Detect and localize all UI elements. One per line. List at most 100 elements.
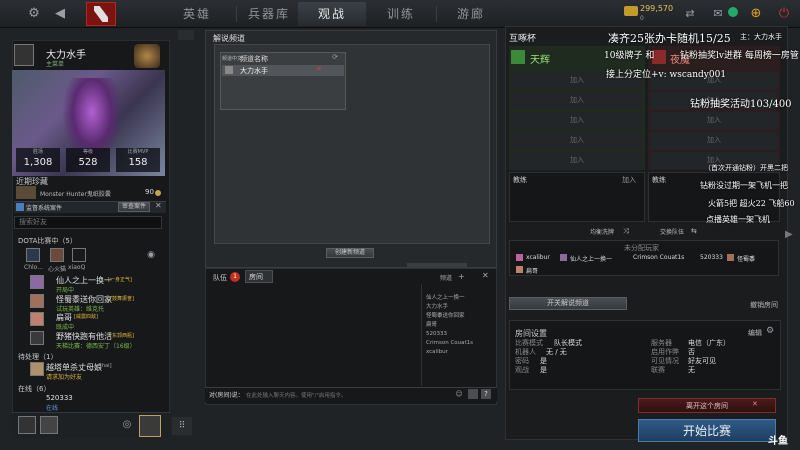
edit-settings-button[interactable]: 编辑 [748, 328, 762, 338]
emoji-icon[interactable]: ☺ [454, 389, 464, 399]
toggle-broadcast-button[interactable]: 开关解说频道 [509, 297, 627, 310]
mail-icon[interactable]: ✉ [708, 4, 728, 24]
radiant-slot[interactable]: 加入 [511, 112, 643, 129]
scroll-right-icon[interactable]: ▶ [785, 229, 793, 240]
review-case-button[interactable]: 审查案件 [118, 202, 150, 212]
swap-icon[interactable]: ⇆ [691, 227, 697, 235]
setting-key: 密码 [515, 357, 529, 365]
friend-avatar-name: Chlo... [24, 264, 43, 271]
group-icon[interactable]: ⠿ [172, 417, 192, 435]
chat-settings-icon[interactable] [468, 389, 478, 399]
recent-item-name[interactable]: Monster Hunter鬼纸胶囊 [40, 189, 111, 198]
tab-heroes[interactable]: 英雄 [166, 2, 228, 26]
friend-avatar[interactable] [26, 248, 40, 262]
radiant-slot[interactable]: 加入 [511, 132, 643, 149]
setting-key: 可见情况 [651, 357, 679, 365]
in-game-header[interactable]: DOTA比赛中（5） [18, 236, 77, 246]
plus-icon[interactable]: ⊕ [748, 4, 764, 24]
friend-avatar[interactable] [30, 362, 44, 376]
friend-avatar[interactable] [30, 312, 44, 326]
user-avatar[interactable] [14, 44, 34, 66]
help-icon[interactable]: ? [481, 389, 491, 399]
tab-armory[interactable]: 兵器库 [238, 2, 300, 26]
friend-status: 既成中 [56, 324, 75, 331]
dire-slot[interactable]: 加入 [650, 112, 778, 129]
friend-avatar[interactable] [30, 275, 44, 289]
watch-eye-icon[interactable]: ◉ [144, 249, 158, 261]
pending-header[interactable]: 待处理（1） [18, 352, 57, 362]
chat-input[interactable]: 在此处输入聊天内容。使用"/"启用指令。 [246, 391, 346, 399]
friend-avatar[interactable] [30, 331, 44, 345]
unassigned-player[interactable]: 扁哥 [526, 266, 538, 275]
friend-avatar[interactable] [50, 248, 64, 262]
friend-status: 开局中 [56, 287, 75, 294]
chat-tab-team[interactable]: 队伍 [213, 273, 227, 283]
friend-name[interactable]: 520333 [46, 394, 73, 402]
settings-gear-icon[interactable]: ⚙ [764, 325, 776, 337]
shuffle-button[interactable]: 均衡洗牌 [590, 227, 614, 236]
leave-close-icon[interactable]: ✕ [752, 400, 758, 408]
lobby-title: 互啄杯 [509, 34, 537, 44]
overlay-text: 钻粉没过期一架飞机一把 [700, 181, 788, 190]
party-avatar[interactable] [18, 416, 36, 434]
unassigned-player[interactable]: 520333 [700, 254, 723, 261]
channel-row-avatar [225, 66, 233, 74]
chat-tab-room-label[interactable]: 房间 [249, 272, 263, 282]
dota-logo-icon [94, 6, 108, 22]
cart-icon[interactable]: ⇄ [680, 4, 700, 24]
member-name[interactable]: xcalibur [426, 348, 448, 357]
setting-value: 无 / 无 [546, 348, 567, 356]
channel-row-name[interactable]: 大力水手 [240, 66, 268, 76]
power-icon[interactable]: ⏻ [776, 4, 792, 24]
overlay-text: 火箭5把 超火22 飞船60 [708, 199, 795, 208]
friend-search-input[interactable]: 搜索好友 [14, 216, 162, 229]
recent-item-thumb[interactable] [16, 186, 36, 199]
add-channel-icon[interactable]: + [458, 272, 465, 281]
member-name[interactable]: 扁哥 [426, 321, 437, 330]
member-name[interactable]: 大力水手 [426, 303, 448, 312]
unassigned-player[interactable]: 仙人之上一换一 [570, 254, 612, 263]
radiant-slot[interactable]: 加入 [511, 152, 643, 169]
refresh-icon[interactable]: ⟳ [330, 52, 340, 62]
start-game-button[interactable]: 开始比赛 [638, 419, 776, 442]
tab-arcade[interactable]: 游廊 [440, 2, 502, 26]
channel-row-delete-icon[interactable]: ✕ [316, 65, 322, 73]
rank-medal-icon[interactable] [134, 44, 160, 68]
cancel-lobby-button[interactable]: 撤销房间 [750, 300, 778, 310]
voice-icon[interactable]: ◎ [120, 418, 134, 432]
friend-avatar[interactable] [72, 248, 86, 262]
unassigned-player[interactable]: Crimson Couat1s [633, 254, 684, 261]
member-name[interactable]: Crimson Couat1s [426, 339, 473, 348]
back-arrow-icon[interactable]: ◀ [52, 4, 68, 24]
party-avatar[interactable] [40, 416, 58, 434]
overlay-text: 点播英雄一架飞机 [706, 215, 770, 224]
tab-watch[interactable]: 观战 [298, 2, 366, 26]
close-icon[interactable]: ✕ [155, 201, 162, 210]
friend-status: 在线 [46, 405, 59, 412]
stat-label: 等级 [82, 149, 93, 155]
member-name[interactable]: 520333 [426, 330, 447, 339]
unassigned-player[interactable]: 怪蜀黍 [737, 254, 755, 263]
friend-avatar[interactable] [30, 294, 44, 308]
member-name[interactable]: 仙人之上一换一 [426, 294, 465, 303]
unassigned-player[interactable]: xcalibur [526, 254, 550, 261]
chat-member-list: 仙人之上一换一 大力水手 怪蜀黍送你回家 扁哥 520333 Crimson C… [421, 284, 493, 386]
online-header[interactable]: 在线（6） [18, 384, 50, 394]
stat-label: 比赛MVP [127, 149, 149, 155]
friend-avatar-name: 心火猫 [48, 266, 67, 273]
friend-tag: [一身正气] [108, 277, 132, 283]
collapse-toggle[interactable] [178, 30, 194, 40]
create-channel-button[interactable]: 创建新频道 [326, 248, 374, 258]
member-name[interactable]: 怪蜀黍送你回家 [426, 312, 465, 321]
guild-banner-icon[interactable] [139, 415, 161, 437]
dire-slot[interactable]: 加入 [650, 132, 778, 149]
resize-handle[interactable] [407, 263, 467, 267]
settings-gear-icon[interactable]: ⚙ [26, 4, 42, 24]
shuffle-icon[interactable]: ⤨ [623, 227, 629, 236]
radiant-coach-join[interactable]: 加入 [622, 175, 636, 185]
dota-logo-button[interactable] [86, 2, 116, 26]
radiant-slot[interactable]: 加入 [511, 92, 643, 109]
close-chat-icon[interactable]: ✕ [482, 271, 489, 280]
swap-teams-button[interactable]: 交换队伍 [660, 227, 684, 236]
tab-learn[interactable]: 训练 [370, 2, 432, 26]
